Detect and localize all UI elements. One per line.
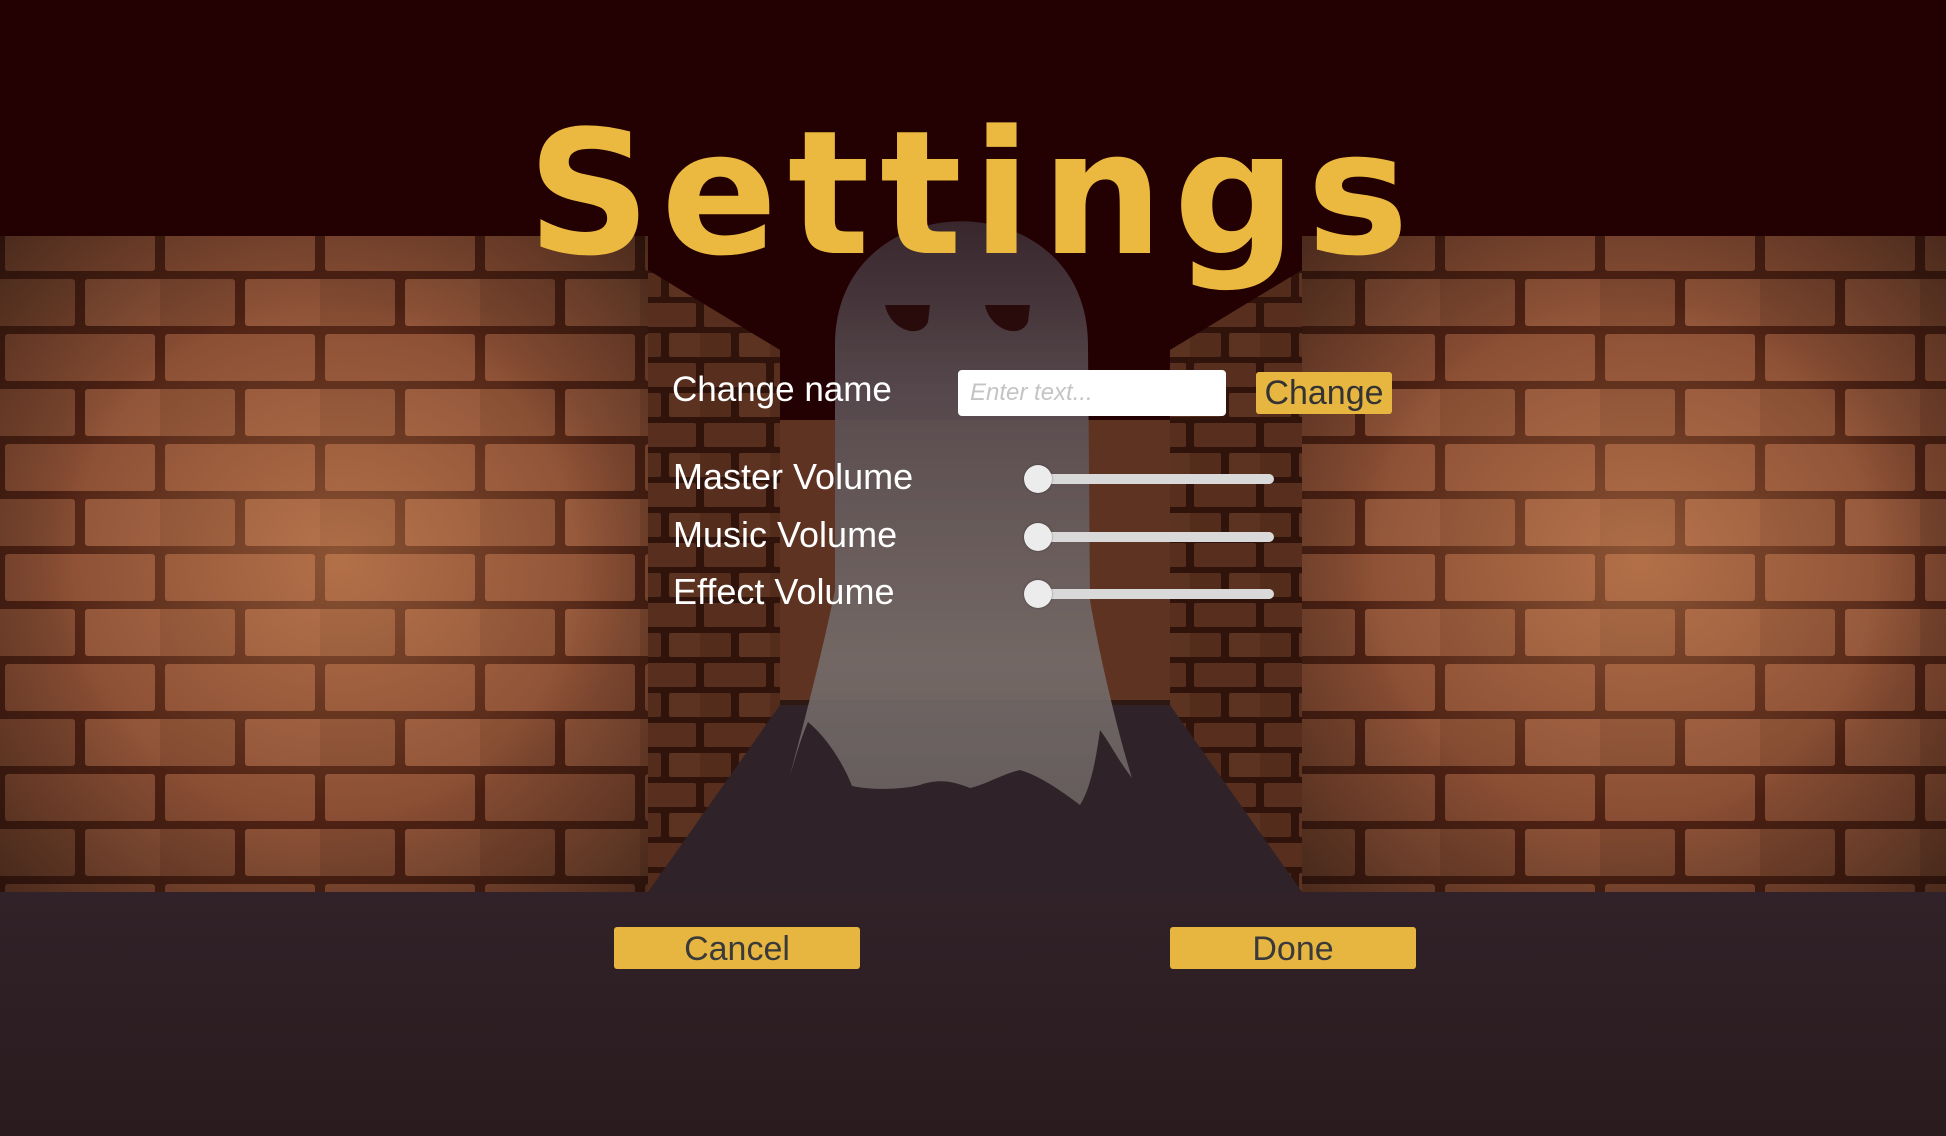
master-volume-label: Master Volume (673, 456, 914, 497)
slider-track[interactable] (1032, 474, 1274, 484)
change-name-label: Change name (672, 370, 892, 409)
page-title: Settings (527, 93, 1419, 294)
change-name-button[interactable]: Change (1256, 372, 1392, 414)
slider-track[interactable] (1032, 532, 1274, 542)
slider-track[interactable] (1032, 589, 1274, 599)
effect-volume-label: Effect Volume (673, 571, 895, 612)
slider-handle[interactable] (1024, 580, 1052, 608)
effect-volume-slider[interactable] (1024, 579, 1274, 609)
name-input[interactable] (958, 370, 1226, 416)
settings-screen: Settings Change name Change Master Volum… (0, 0, 1946, 1136)
slider-handle[interactable] (1024, 465, 1052, 493)
done-button[interactable]: Done (1170, 927, 1416, 969)
music-volume-slider[interactable] (1024, 522, 1274, 552)
music-volume-label: Music Volume (673, 514, 898, 555)
cancel-button[interactable]: Cancel (614, 927, 860, 969)
slider-handle[interactable] (1024, 523, 1052, 551)
master-volume-slider[interactable] (1024, 464, 1274, 494)
